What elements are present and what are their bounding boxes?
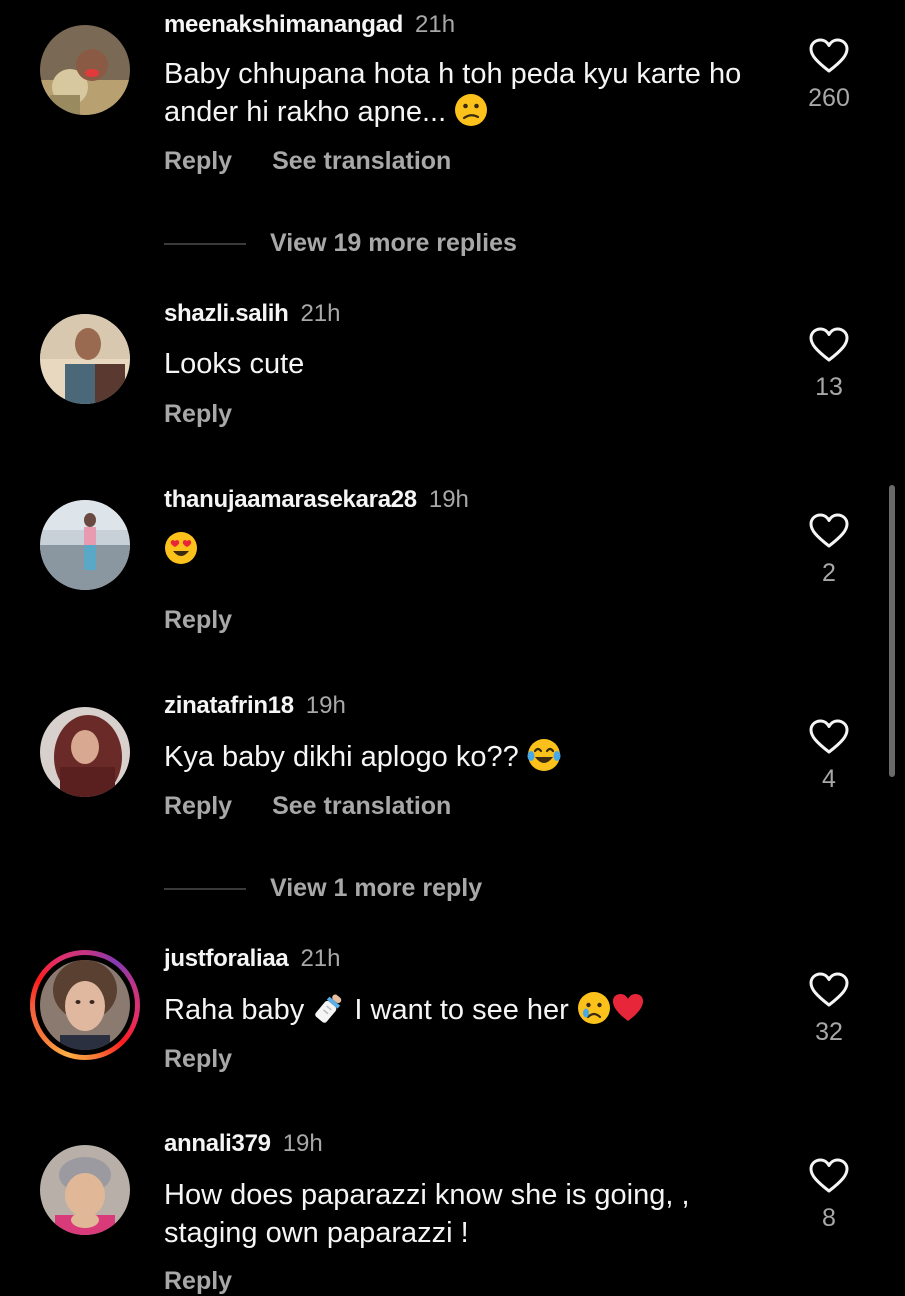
heart-icon[interactable]: [809, 327, 849, 363]
heart-eyes-emoji: [164, 531, 198, 565]
like-button[interactable]: 13: [789, 327, 869, 402]
comment-header: meenakshimanangad 21h: [164, 10, 455, 40]
comment-header: justforaliaa 21h: [164, 944, 341, 974]
like-count: 32: [815, 1018, 843, 1046]
like-count: 13: [815, 373, 843, 401]
avatar[interactable]: [40, 314, 130, 404]
heart-icon[interactable]: [809, 38, 849, 74]
heart-icon[interactable]: [809, 972, 849, 1008]
timestamp: 19h: [282, 1130, 323, 1157]
see-translation-button[interactable]: See translation: [272, 792, 451, 820]
avatar[interactable]: [40, 707, 130, 797]
comment-body-end: I want to see her: [354, 994, 569, 1026]
comment-text: How does paparazzi know she is going, , …: [164, 1176, 764, 1252]
divider-line: [164, 243, 246, 246]
avatar-story-ring[interactable]: [30, 950, 140, 1060]
timestamp: 19h: [305, 692, 346, 719]
comment-header: annali379 19h: [164, 1129, 323, 1159]
comment-header: shazli.salih 21h: [164, 299, 341, 329]
timestamp: 21h: [300, 945, 341, 972]
like-count: 260: [808, 84, 850, 112]
reply-button[interactable]: Reply: [164, 606, 232, 634]
see-translation-button[interactable]: See translation: [272, 147, 451, 175]
tears-of-joy-emoji: [527, 738, 561, 772]
comment-header: thanujaamarasekara28 19h: [164, 485, 469, 515]
reply-button[interactable]: Reply: [164, 792, 232, 820]
reply-button[interactable]: Reply: [164, 147, 232, 175]
red-heart-emoji: [611, 991, 645, 1025]
like-button[interactable]: 32: [789, 972, 869, 1047]
like-count: 8: [822, 1204, 836, 1232]
comment-text: Looks cute: [164, 345, 764, 383]
comment-text: Baby chhupana hota h toh peda kyu karte …: [164, 55, 764, 131]
heart-icon[interactable]: [809, 513, 849, 549]
confused-face-emoji: [454, 93, 488, 127]
divider-line: [164, 888, 246, 891]
username[interactable]: annali379: [164, 1130, 271, 1157]
reply-button[interactable]: Reply: [164, 1267, 232, 1295]
timestamp: 21h: [300, 300, 341, 327]
crying-face-emoji: [577, 991, 611, 1025]
reply-button[interactable]: Reply: [164, 400, 232, 428]
username[interactable]: shazli.salih: [164, 300, 289, 327]
comment-actions: Reply: [164, 605, 232, 635]
comment-actions: Reply See translation: [164, 791, 451, 821]
username[interactable]: zinatafrin18: [164, 692, 294, 719]
username[interactable]: meenakshimanangad: [164, 11, 403, 38]
comment-body: How does paparazzi know she is going, , …: [164, 1179, 690, 1249]
view-more-replies-button[interactable]: View 1 more reply: [164, 873, 482, 903]
comment-text: Kya baby dikhi aplogo ko??: [164, 738, 764, 776]
view-more-replies-button[interactable]: View 19 more replies: [164, 228, 517, 258]
like-button[interactable]: 2: [789, 513, 869, 588]
comment-actions: Reply: [164, 399, 232, 429]
comment-body: Baby chhupana hota h toh peda kyu karte …: [164, 58, 742, 128]
comment-text: Raha baby I want to see her: [164, 991, 764, 1029]
username[interactable]: justforaliaa: [164, 945, 289, 972]
timestamp: 19h: [428, 486, 469, 513]
username[interactable]: thanujaamarasekara28: [164, 486, 417, 513]
baby-bottle-emoji: [312, 991, 346, 1025]
comment-body: Looks cute: [164, 348, 305, 380]
timestamp: 21h: [415, 11, 456, 38]
avatar[interactable]: [40, 500, 130, 590]
comment-actions: Reply: [164, 1044, 232, 1074]
avatar[interactable]: [40, 25, 130, 115]
view-replies-label[interactable]: View 19 more replies: [270, 229, 517, 257]
avatar[interactable]: [40, 1145, 130, 1235]
heart-icon[interactable]: [809, 719, 849, 755]
reply-button[interactable]: Reply: [164, 1045, 232, 1073]
like-count: 2: [822, 559, 836, 587]
view-replies-label[interactable]: View 1 more reply: [270, 874, 482, 902]
comment-text: [164, 531, 764, 569]
comment-header: zinatafrin18 19h: [164, 691, 346, 721]
avatar: [40, 960, 130, 1050]
comment-body-start: Raha baby: [164, 994, 305, 1026]
like-button[interactable]: 8: [789, 1158, 869, 1233]
scrollbar[interactable]: [889, 485, 895, 777]
heart-icon[interactable]: [809, 1158, 849, 1194]
like-button[interactable]: 4: [789, 719, 869, 794]
comment-actions: Reply See translation: [164, 146, 451, 176]
like-count: 4: [822, 765, 836, 793]
like-button[interactable]: 260: [789, 38, 869, 113]
comment-body: Kya baby dikhi aplogo ko??: [164, 741, 519, 773]
comment-actions: Reply: [164, 1266, 232, 1296]
